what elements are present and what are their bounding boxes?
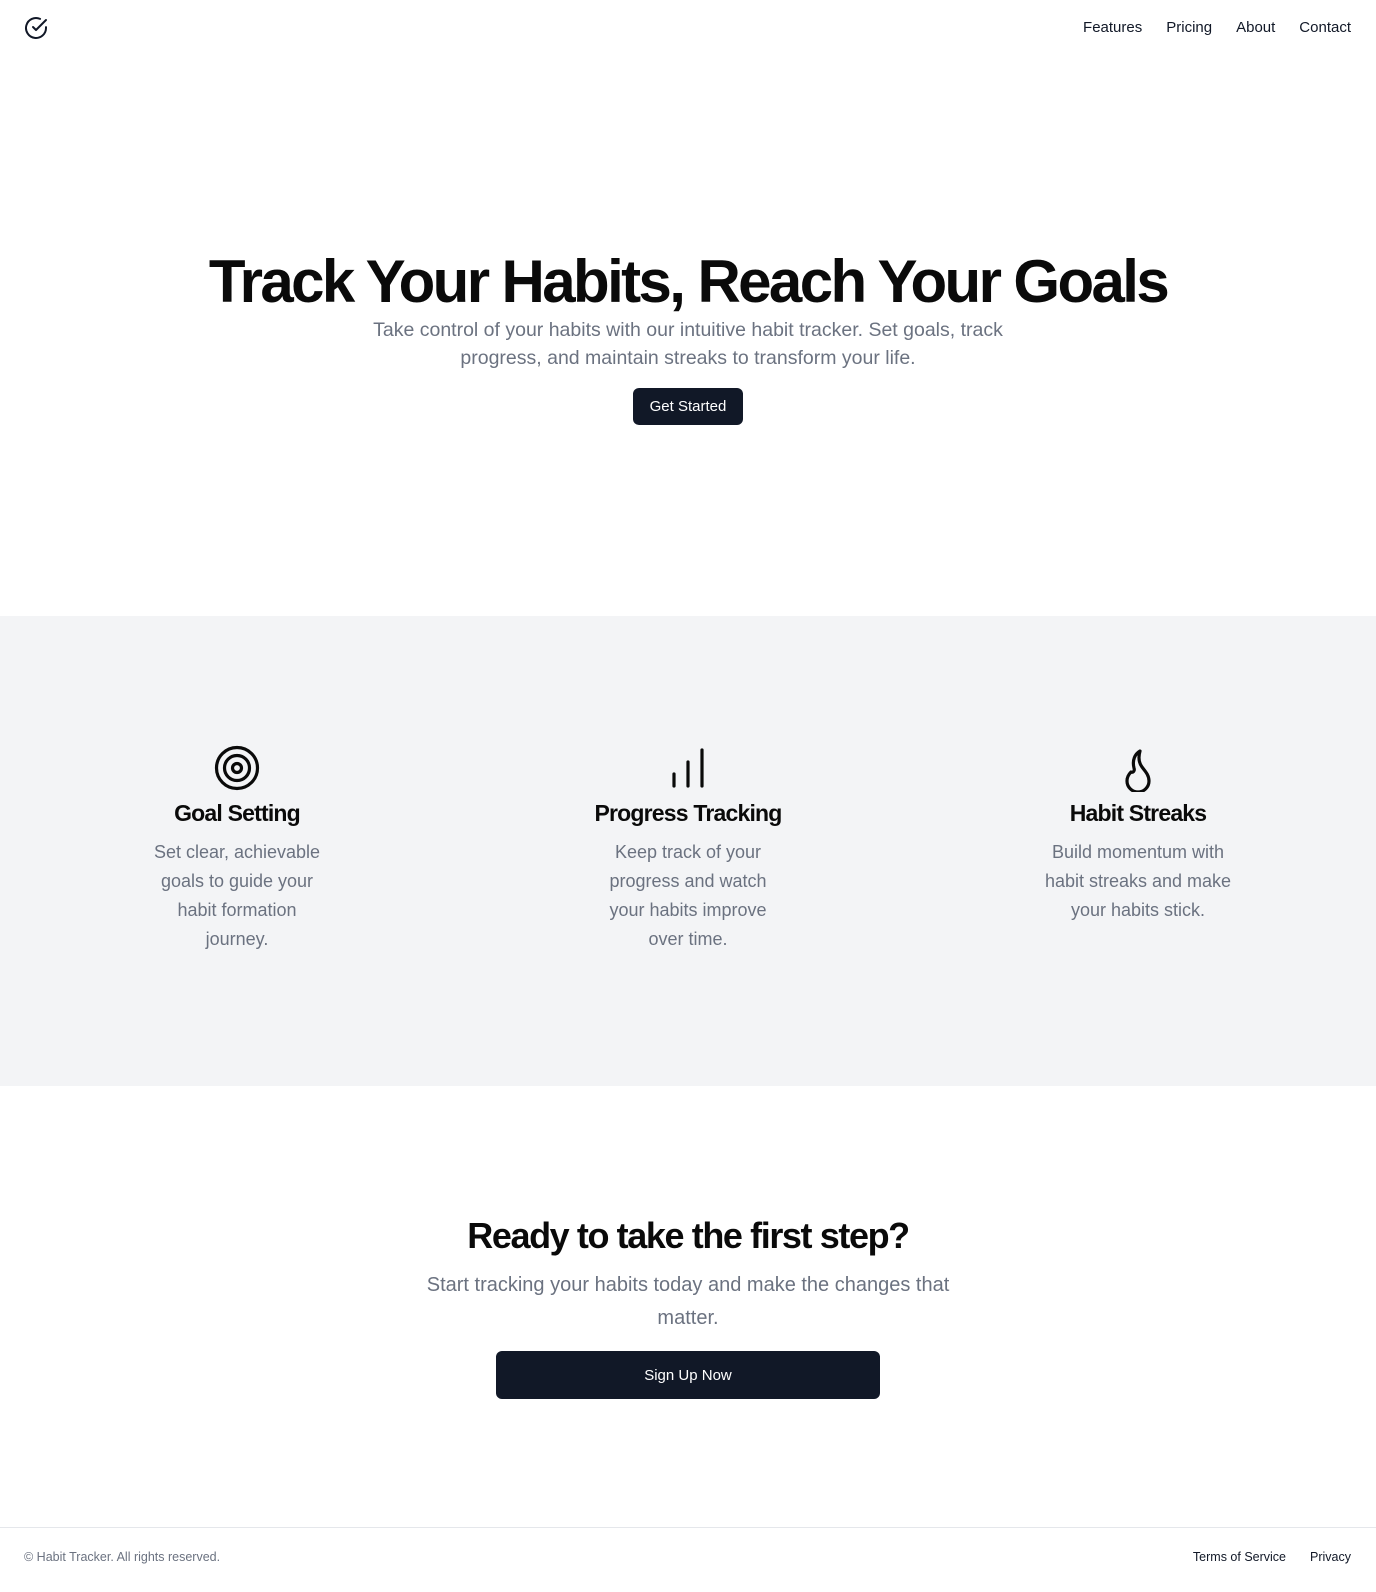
nav-link-about[interactable]: About — [1236, 17, 1275, 39]
nav-link-pricing[interactable]: Pricing — [1166, 17, 1212, 39]
terms-of-service-link[interactable]: Terms of Service — [1193, 1550, 1286, 1564]
bar-chart-icon — [672, 748, 704, 788]
hero-subtitle: Take control of your habits with our int… — [373, 319, 1003, 369]
cta-title: Ready to take the first step? — [467, 1215, 910, 1256]
feature-card-goal-setting: Goal Setting Set clear, achievable goals… — [117, 744, 357, 954]
feature-title: Goal Setting — [174, 800, 301, 826]
sign-up-button[interactable]: Sign Up Now — [496, 1351, 880, 1399]
check-circle-icon[interactable] — [24, 16, 48, 40]
feature-card-habit-streaks: Habit Streaks Build momentum with habit … — [1018, 744, 1258, 925]
site-footer: © Habit Tracker. All rights reserved. Te… — [0, 1527, 1376, 1592]
flame-icon — [1125, 749, 1151, 792]
nav-link-features[interactable]: Features — [1083, 17, 1142, 39]
copyright-text: © Habit Tracker. All rights reserved. — [24, 1550, 221, 1564]
feature-description: Set clear, achievable goals to guide you… — [153, 842, 321, 949]
main-nav: Features Pricing About Contact — [1083, 17, 1351, 39]
features-section: Goal Setting Set clear, achievable goals… — [0, 616, 1376, 1086]
nav-link-contact[interactable]: Contact — [1299, 17, 1351, 39]
feature-description: Build momentum with habit streaks and ma… — [1044, 842, 1232, 920]
cta-subtitle: Start tracking your habits today and mak… — [426, 1274, 950, 1329]
cta-section: Ready to take the first step? Start trac… — [0, 1086, 1376, 1528]
feature-card-progress-tracking: Progress Tracking Keep track of your pro… — [568, 744, 808, 954]
feature-title: Habit Streaks — [1069, 800, 1207, 826]
hero-title: Track Your Habits, Reach Your Goals — [208, 248, 1170, 315]
hero-section: Track Your Habits, Reach Your Goals Take… — [0, 56, 1376, 616]
target-icon — [214, 745, 260, 791]
feature-title: Progress Tracking — [594, 800, 782, 826]
get-started-button[interactable]: Get Started — [633, 388, 743, 425]
privacy-link[interactable]: Privacy — [1310, 1550, 1351, 1564]
footer-links: Terms of Service Privacy — [1193, 1550, 1351, 1564]
feature-description: Keep track of your progress and watch yo… — [609, 842, 767, 949]
site-header: Features Pricing About Contact — [0, 0, 1376, 56]
